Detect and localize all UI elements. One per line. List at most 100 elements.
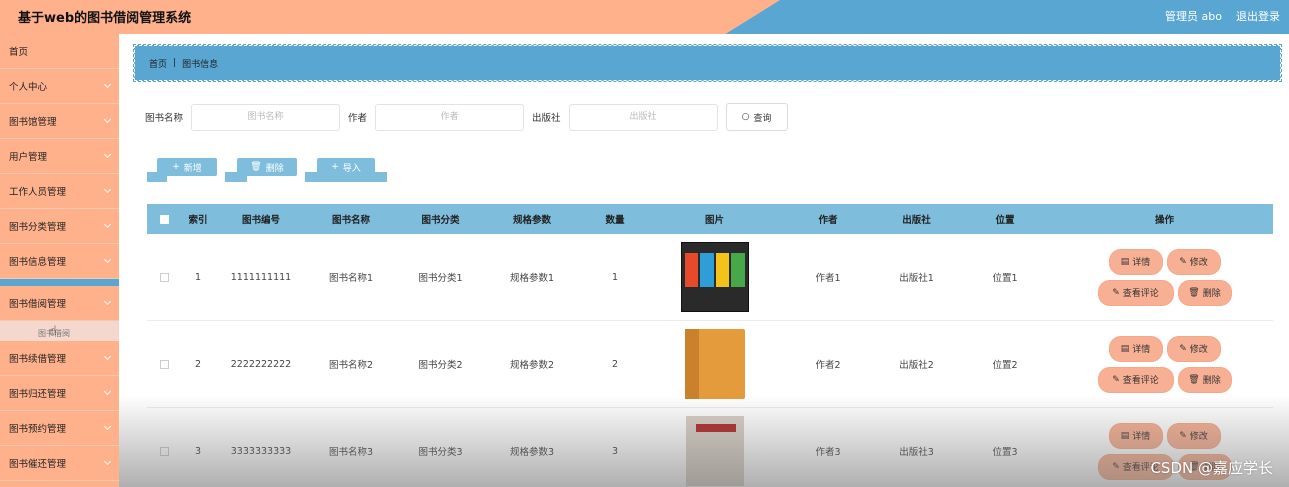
publisher-input[interactable]: 出版社	[568, 103, 718, 131]
header-name: 图书名称	[331, 215, 370, 226]
table-row: 1 1111111111 图书名称1 图书分类1 规格参数1 1 作者1 出版社…	[147, 234, 1273, 321]
sidebar-item-label: 图书馆管理	[9, 117, 57, 128]
cell-author: 作者1	[815, 273, 841, 284]
ops-line: ✎ 查看评论 🗑 删除	[1097, 366, 1232, 393]
select-all-checkbox[interactable]	[159, 214, 169, 224]
sidebar-active-indicator	[0, 279, 119, 286]
book-cover-stripe	[695, 424, 736, 432]
import-button-label: 导入	[342, 163, 361, 174]
logout-link[interactable]: 退出登录	[1236, 8, 1280, 24]
header-spec: 规格参数	[512, 215, 551, 226]
watermark: CSDN @嘉应学长	[1150, 459, 1273, 477]
header-publisher: 出版社	[902, 215, 931, 226]
cell-name: 图书名称2	[328, 360, 374, 371]
ops-line: ✎ 查看评论 🗑 删除	[1097, 279, 1232, 306]
chevron-down-icon	[103, 297, 112, 306]
cell-index: 1	[194, 271, 202, 283]
detail-button[interactable]: ▤ 详情	[1108, 422, 1163, 449]
plus-icon: +	[172, 162, 180, 172]
author-input[interactable]: 作者	[375, 103, 525, 131]
edit-button[interactable]: ✎ 修改	[1166, 335, 1221, 362]
edit-button[interactable]: ✎ 修改	[1166, 422, 1221, 449]
app-title: 基于web的图书借阅管理系统	[18, 11, 192, 26]
import-button[interactable]: + 导入	[317, 158, 375, 176]
view-reviews-button[interactable]: ✎ 查看评论	[1097, 366, 1174, 393]
cell-image	[652, 416, 777, 486]
edit-button[interactable]: ✎ 修改	[1166, 248, 1221, 275]
edit-button-label: 修改	[1189, 432, 1208, 442]
breadcrumb-home[interactable]: 首页	[149, 57, 167, 70]
detail-button[interactable]: ▤ 详情	[1108, 248, 1163, 275]
sidebar-item-label: 首页	[9, 47, 29, 58]
sidebar-item-urge[interactable]: 图书催还管理	[0, 446, 119, 481]
search-button[interactable]: ○ 查询	[725, 103, 788, 131]
cell-index: 3	[194, 445, 202, 457]
sidebar-item-borrow[interactable]: 图书借阅管理	[0, 286, 119, 321]
header-author: 作者	[818, 215, 838, 226]
detail-button[interactable]: ▤ 详情	[1108, 335, 1163, 362]
view-reviews-button-label: 查看评论	[1122, 289, 1159, 299]
sidebar-item-home[interactable]: 首页	[0, 34, 119, 69]
add-button-label: 新增	[183, 163, 202, 174]
sidebar-item-personal-center[interactable]: 个人中心	[0, 69, 119, 104]
trash-icon: 🗑	[1188, 374, 1200, 385]
row-checkbox[interactable]	[159, 272, 169, 282]
row-delete-button[interactable]: 🗑 删除	[1177, 279, 1232, 306]
detail-button-label: 详情	[1132, 345, 1151, 355]
cell-publisher: 出版社1	[899, 273, 934, 284]
table-header: 索引 图书编号 图书名称 图书分类 规格参数 数量 图片 作者 出版社 位置 操…	[147, 204, 1273, 234]
cell-spec: 规格参数3	[509, 447, 555, 458]
trash-icon: 🗑	[250, 162, 262, 172]
sidebar-item-renew[interactable]: 图书续借管理	[0, 341, 119, 376]
pencil-icon: ✎	[1179, 343, 1187, 354]
row-checkbox[interactable]	[159, 359, 169, 369]
breadcrumb-separator: |	[173, 58, 177, 68]
cell-location: 位置2	[992, 360, 1018, 371]
chevron-down-icon	[103, 80, 112, 89]
cell-code: 2222222222	[230, 358, 292, 370]
pencil-icon: ✎	[1112, 287, 1120, 298]
book-name-label: 图书名称	[145, 113, 184, 124]
sidebar-item-label: 工作人员管理	[9, 187, 67, 198]
view-reviews-button[interactable]: ✎ 查看评论	[1097, 279, 1174, 306]
add-button[interactable]: + 新增	[157, 158, 217, 176]
chevron-down-icon	[103, 255, 112, 264]
cell-publisher: 出版社2	[899, 360, 934, 371]
chevron-down-icon	[103, 457, 112, 466]
sidebar-item-staff[interactable]: 工作人员管理	[0, 174, 119, 209]
row-checkbox[interactable]	[159, 446, 169, 456]
plus-icon: +	[331, 162, 339, 172]
sidebar-subitem-borrow[interactable]: 图书借阅 ☝	[0, 321, 119, 341]
select-all-cell	[147, 214, 181, 224]
book-table: 索引 图书编号 图书名称 图书分类 规格参数 数量 图片 作者 出版社 位置 操…	[147, 204, 1273, 487]
cell-category: 图书分类3	[418, 447, 463, 458]
sidebar-item-book-category[interactable]: 图书分类管理	[0, 209, 119, 244]
row-delete-button-label: 删除	[1202, 376, 1221, 386]
row-delete-button[interactable]: 🗑 删除	[1177, 366, 1232, 393]
sidebar-item-return[interactable]: 图书归还管理	[0, 376, 119, 411]
sidebar-item-library[interactable]: 图书馆管理	[0, 104, 119, 139]
book-cover-art	[684, 253, 745, 287]
chevron-down-icon	[103, 115, 112, 124]
document-icon: ▤	[1120, 430, 1130, 441]
pencil-icon: ✎	[1112, 374, 1120, 385]
sidebar-item-book-info[interactable]: 图书信息管理	[0, 244, 119, 279]
delete-button[interactable]: 🗑 删除	[237, 158, 297, 176]
pencil-icon: ✎	[1112, 461, 1120, 472]
sidebar-item-reserve[interactable]: 图书预约管理	[0, 411, 119, 446]
table-row: 3 3333333333 图书名称3 图书分类3 规格参数3 3 作者3 出版社…	[147, 408, 1273, 487]
cell-author: 作者2	[815, 360, 841, 371]
header-category: 图书分类	[421, 215, 460, 226]
cell-ops: ▤ 详情 ✎ 修改 ✎ 查看评论 🗑 删除	[1056, 248, 1273, 306]
header-index: 索引	[188, 215, 208, 226]
cell-location: 位置3	[992, 447, 1018, 458]
book-name-input[interactable]: 图书名称	[191, 103, 341, 131]
hand-cursor-icon: ☝	[49, 324, 57, 339]
cell-name: 图书名称1	[328, 273, 374, 284]
trash-icon: 🗑	[1188, 287, 1200, 298]
sidebar-item-users[interactable]: 用户管理	[0, 139, 119, 174]
cell-ops: ▤ 详情 ✎ 修改 ✎ 查看评论 🗑 删除	[1056, 335, 1273, 393]
ops-line: ▤ 详情 ✎ 修改	[1108, 422, 1221, 449]
cell-image	[652, 242, 777, 312]
header-user-area: 管理员 abo 退出登录	[1165, 8, 1280, 24]
